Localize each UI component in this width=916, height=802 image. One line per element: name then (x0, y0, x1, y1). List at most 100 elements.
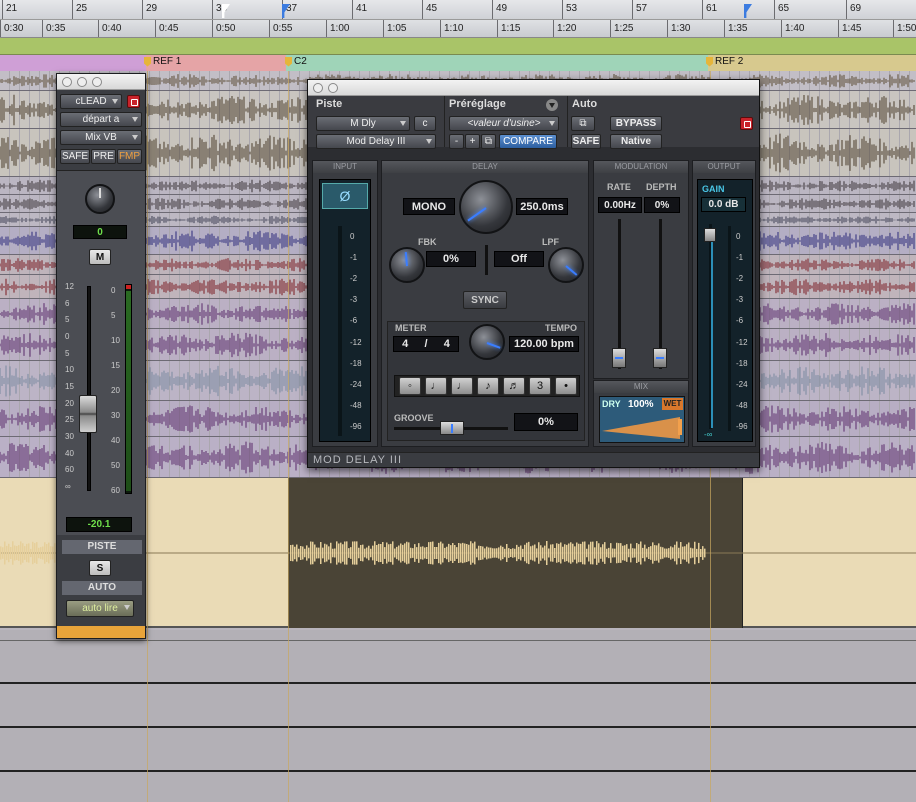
marker-line (288, 71, 289, 802)
track-name: M Dly (350, 118, 376, 129)
scale-label: 25 (65, 415, 74, 425)
bar-number: 53 (566, 3, 578, 14)
minute-label: 1:20 (557, 23, 577, 34)
copy-settings-icon[interactable]: ⧉ (481, 134, 496, 149)
scale-label: -6 (736, 316, 744, 326)
fmp-button[interactable]: FMP (117, 149, 142, 164)
zoom-button[interactable] (92, 77, 102, 87)
bars-ruler[interactable]: 21 25 29 33 37 41 45 49 53 57 61 65 69 (0, 0, 916, 20)
plugin-select[interactable]: Mod Delay III (316, 134, 436, 149)
marker-ref-2[interactable]: REF 2 (706, 56, 743, 67)
auto-section-label: AUTO (62, 581, 142, 595)
record-enable-icon[interactable] (127, 95, 140, 108)
channel-select[interactable]: c (414, 116, 436, 131)
depth-slider[interactable] (653, 348, 667, 368)
safe-button[interactable]: SAFE (60, 149, 90, 164)
close-button[interactable] (62, 77, 72, 87)
note-value-button[interactable]: ♩ (425, 377, 447, 395)
marker-flag-icon (144, 56, 151, 67)
automation-mode-select[interactable]: auto lire (66, 600, 134, 617)
lpf-display[interactable]: Off (494, 251, 544, 267)
depth-display[interactable]: 0% (644, 197, 680, 213)
minute-tick: 0:40 (98, 20, 121, 37)
minute-label: 0:30 (4, 23, 24, 34)
bar-tick: 25 (72, 0, 87, 19)
close-button[interactable] (313, 83, 323, 93)
marker-ref-1[interactable]: REF 1 (144, 56, 181, 67)
output-selector[interactable]: Mix VB (60, 130, 142, 145)
sync-button[interactable]: SYNC (463, 291, 507, 309)
preset-menu-icon[interactable] (546, 99, 558, 111)
note-value-button[interactable]: ♩ (451, 377, 473, 395)
rate-slider[interactable] (612, 348, 626, 368)
automation-window-icon[interactable]: ⧉ (571, 116, 595, 131)
chevron-down-icon (400, 121, 406, 126)
scale-label: -3 (350, 295, 358, 305)
send-slot[interactable]: départ a (60, 112, 142, 127)
phase-invert-icon[interactable]: Ø (322, 183, 368, 209)
minimize-button[interactable] (328, 83, 338, 93)
plugin-safe-button[interactable]: SAFE (571, 134, 601, 149)
scale-label: -48 (736, 400, 748, 410)
strip-titlebar[interactable] (57, 74, 145, 90)
bar-tick: 49 (492, 0, 507, 19)
minimize-button[interactable] (77, 77, 87, 87)
preset-next-button[interactable]: + (465, 134, 480, 149)
gain-label: GAIN (702, 184, 725, 194)
volume-fader[interactable] (79, 395, 97, 433)
input-meter-scale: 0 -1 -2 -3 -6 -12 -18 -24 -48 -96 (350, 232, 370, 432)
note-value-button[interactable]: 3 (529, 377, 551, 395)
mix-control[interactable]: DRY 100% WET (599, 396, 685, 443)
timeline-selection-bar[interactable] (0, 38, 916, 55)
tempo-display[interactable]: 120.00 bpm (509, 336, 579, 352)
compare-button[interactable]: COMPARE (499, 134, 557, 149)
preset-prev-button[interactable]: - (449, 134, 464, 149)
markers-ruler[interactable]: REF 1 C2 REF 2 (0, 55, 916, 71)
feedback-display[interactable]: 0% (426, 251, 476, 267)
scale-label: -12 (736, 337, 748, 347)
groove-display[interactable]: 0% (514, 413, 578, 431)
pan-knob[interactable] (85, 184, 115, 214)
scale-label: -18 (736, 358, 748, 368)
pre-button[interactable]: PRE (91, 149, 116, 164)
scale-label: 0 (350, 232, 355, 241)
bypass-button[interactable]: BYPASS (610, 116, 662, 131)
scale-label: 0 (65, 332, 70, 341)
note-value-button[interactable]: ◦ (399, 377, 421, 395)
minute-tick: 1:45 (838, 20, 861, 37)
chevron-down-icon (124, 605, 130, 610)
insert-slot[interactable]: cLEAD (60, 94, 122, 109)
note-value-button[interactable]: ♪ (477, 377, 499, 395)
lower-tracks[interactable] (0, 630, 916, 802)
bar-number: 41 (356, 3, 368, 14)
delay-mode-display[interactable]: MONO (403, 198, 455, 215)
delay-time-display[interactable]: 250.0ms (516, 198, 568, 215)
feedback-knob[interactable] (389, 247, 425, 283)
rate-display[interactable]: 0.00Hz (598, 197, 642, 213)
bar-tick: 57 (632, 0, 647, 19)
note-value-button[interactable]: • (555, 377, 577, 395)
delay-time-knob[interactable] (459, 180, 513, 234)
mod-delay-plugin-window[interactable]: Piste Préréglage Auto M Dly c Mod Delay … (307, 79, 760, 468)
plugin-titlebar[interactable] (308, 80, 759, 96)
preset-select[interactable]: <valeur d'usine> (449, 116, 559, 131)
minute-tick: 1:20 (553, 20, 576, 37)
meter-display[interactable]: 4 / 4 (393, 336, 459, 352)
send-label: départ a (82, 114, 120, 125)
note-value-button[interactable]: ♬ (503, 377, 525, 395)
track-select[interactable]: M Dly (316, 116, 410, 131)
mixer-channel-strip[interactable]: cLEAD départ a Mix VB SAFE PRE FMP 0 M 1… (56, 73, 146, 639)
minutes-ruler[interactable]: 0:30 0:35 0:40 0:45 0:50 0:55 1:00 1:05 1:10 1:15… (0, 20, 916, 38)
tempo-knob[interactable] (469, 324, 505, 360)
groove-slider[interactable] (440, 421, 464, 435)
mute-button[interactable]: M (89, 249, 111, 265)
minute-label: 1:35 (728, 23, 748, 34)
gain-display[interactable]: 0.0 dB (701, 197, 746, 212)
marker-c2[interactable]: C2 (285, 56, 307, 67)
minute-tick: 1:05 (383, 20, 406, 37)
lpf-knob[interactable] (548, 247, 584, 283)
target-plugin-icon[interactable] (740, 117, 753, 130)
scale-label: 40 (111, 436, 120, 445)
solo-button[interactable]: S (89, 560, 111, 576)
output-gain-slider[interactable] (704, 228, 716, 242)
